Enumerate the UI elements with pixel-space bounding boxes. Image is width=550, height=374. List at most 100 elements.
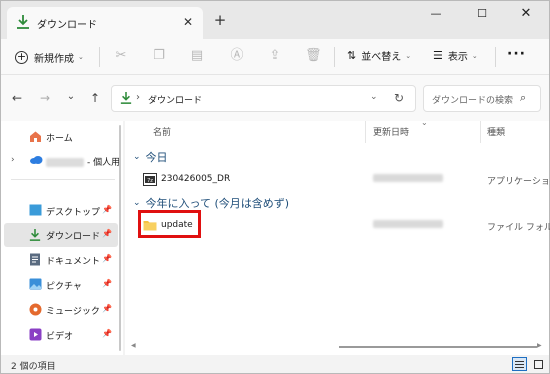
sidebar-item-pictures[interactable]: ピクチャ 📌 xyxy=(4,273,118,297)
sidebar-item-downloads[interactable]: ダウンロード 📌 xyxy=(4,223,118,247)
tab-close-icon[interactable]: ✕ xyxy=(179,13,197,31)
delete-icon[interactable]: 🗑 xyxy=(305,48,322,64)
svg-text:7z: 7z xyxy=(147,178,153,184)
search-input[interactable]: ダウンロードの検索 ⌕ xyxy=(423,85,541,112)
tiles-view-button[interactable] xyxy=(531,357,546,371)
document-icon xyxy=(29,253,42,266)
pin-icon: 📌 xyxy=(102,254,112,263)
divider xyxy=(334,47,335,67)
search-placeholder: ダウンロードの検索 xyxy=(432,96,514,106)
horizontal-scrollbar[interactable] xyxy=(339,346,537,348)
view-icon: ☰ xyxy=(433,49,443,62)
group-header-today[interactable]: ⌄ 今日 xyxy=(133,149,168,165)
chevron-down-icon: ⌄ xyxy=(471,51,478,60)
copy-icon[interactable]: ❐ xyxy=(151,48,167,64)
sidebar-item-label: - 個人用 xyxy=(46,155,120,168)
navigation-pane: ホーム › - 個人用 デスクトップ 📌 ダウンロード 📌 ドキュメント 📌 ピ… xyxy=(1,121,123,355)
video-icon xyxy=(29,328,42,341)
download-icon xyxy=(16,14,30,33)
cloud-icon xyxy=(29,154,43,167)
view-button[interactable]: ☰ 表示 ⌄ xyxy=(433,48,478,63)
sort-button[interactable]: ⇅ 並べ替え ⌄ xyxy=(347,48,411,63)
maximize-button[interactable]: ☐ xyxy=(459,1,505,29)
sidebar-item-documents[interactable]: ドキュメント 📌 xyxy=(4,248,118,272)
chevron-down-icon[interactable]: ⌄ xyxy=(370,92,378,102)
group-label: 今年に入って (今月は含めず) xyxy=(145,197,290,210)
command-bar: + 新規作成 ⌄ ✂ ❐ ▤ Ⓐ ⇪ 🗑 ⇅ 並べ替え ⌄ ☰ 表示 ⌄ ··· xyxy=(1,39,549,75)
pin-icon: 📌 xyxy=(102,229,112,238)
sidebar-item-onedrive[interactable]: › - 個人用 xyxy=(4,149,120,173)
close-button[interactable]: ✕ xyxy=(503,1,549,29)
paste-icon[interactable]: ▤ xyxy=(189,48,205,64)
minimize-button[interactable]: — xyxy=(413,1,459,29)
group-label: 今日 xyxy=(145,151,168,164)
chevron-right-icon[interactable]: › xyxy=(11,155,15,165)
file-list: 名前 更新日時 ⌄ 種類 ⌄ 今日 7z 230426005_DR アプリケーシ… xyxy=(125,118,550,355)
sidebar-item-videos[interactable]: ビデオ 📌 xyxy=(4,323,118,347)
new-tab-button[interactable]: + xyxy=(211,11,229,29)
title-bar: ダウンロード ✕ + — ☐ ✕ xyxy=(1,1,549,39)
sidebar-item-home[interactable]: ホーム xyxy=(4,125,118,149)
highlight-box xyxy=(138,210,201,238)
divider xyxy=(99,47,100,67)
sidebar-item-label: ドキュメント xyxy=(46,257,101,267)
redacted-name xyxy=(46,158,84,167)
plus-icon: + xyxy=(15,49,28,64)
sidebar-item-label: デスクトップ xyxy=(46,208,101,218)
chevron-right-icon: › xyxy=(136,92,140,103)
forward-arrow-icon[interactable]: → xyxy=(37,91,53,105)
column-divider[interactable] xyxy=(365,121,366,143)
chevron-down-icon: ⌄ xyxy=(78,53,84,61)
desktop-icon xyxy=(29,204,42,217)
table-row[interactable]: 7z 230426005_DR アプリケーション xyxy=(125,169,550,191)
back-arrow-icon[interactable]: ← xyxy=(9,91,25,105)
column-header-type[interactable]: 種類 xyxy=(487,125,505,138)
download-icon xyxy=(29,228,42,241)
pin-icon: 📌 xyxy=(102,304,112,313)
download-icon xyxy=(120,91,132,108)
scroll-right-icon[interactable]: ▶ xyxy=(537,342,542,349)
pin-icon: 📌 xyxy=(102,205,112,214)
status-bar: 2 個の項目 xyxy=(1,355,549,373)
address-path[interactable]: ダウンロード xyxy=(148,93,202,106)
share-icon[interactable]: ⇪ xyxy=(267,48,283,64)
tab-title: ダウンロード xyxy=(37,20,97,31)
address-row: ← → ⌄ ↑ › ダウンロード ⌄ ↻ ダウンロードの検索 ⌕ xyxy=(1,75,549,121)
sidebar-item-label: ホーム xyxy=(46,134,73,144)
divider xyxy=(495,47,496,67)
sidebar-item-label: ピクチャ xyxy=(46,282,82,292)
sidebar-item-desktop[interactable]: デスクトップ 📌 xyxy=(4,199,118,223)
view-label: 表示 xyxy=(447,52,468,63)
new-button[interactable]: + 新規作成 ⌄ xyxy=(15,47,84,67)
details-view-button[interactable] xyxy=(512,357,527,371)
new-button-label: 新規作成 xyxy=(34,53,74,65)
explorer-window: ダウンロード ✕ + — ☐ ✕ + 新規作成 ⌄ ✂ ❐ ▤ Ⓐ ⇪ 🗑 ⇅ … xyxy=(0,0,550,374)
home-icon xyxy=(29,130,42,143)
column-divider[interactable] xyxy=(480,121,481,143)
pin-icon: 📌 xyxy=(102,279,112,288)
sort-icon: ⇅ xyxy=(347,49,357,62)
sidebar-item-label: ダウンロード xyxy=(46,232,101,242)
column-header-name[interactable]: 名前 xyxy=(153,125,171,138)
cut-icon[interactable]: ✂ xyxy=(113,48,129,64)
search-icon: ⌕ xyxy=(520,91,527,104)
rename-icon[interactable]: Ⓐ xyxy=(229,48,245,64)
sort-indicator-icon: ⌄ xyxy=(421,118,428,127)
sidebar-scrollbar[interactable] xyxy=(119,125,121,351)
chevron-down-icon: ⌄ xyxy=(405,51,412,60)
recent-locations-icon[interactable]: ⌄ xyxy=(63,91,79,102)
tab-downloads[interactable]: ダウンロード ✕ xyxy=(7,7,203,39)
application-icon: 7z xyxy=(143,173,157,189)
scroll-left-icon[interactable]: ◀ xyxy=(131,342,136,349)
column-header-date[interactable]: 更新日時 xyxy=(373,125,409,138)
group-header-this-year[interactable]: ⌄ 今年に入って (今月は含めず) xyxy=(133,195,289,211)
up-arrow-icon[interactable]: ↑ xyxy=(87,91,103,105)
more-options-button[interactable]: ··· xyxy=(507,46,526,62)
sidebar-item-label: ミュージック xyxy=(46,307,100,317)
sidebar-item-music[interactable]: ミュージック 📌 xyxy=(4,298,118,322)
file-name: 230426005_DR xyxy=(161,174,231,184)
file-type: ファイル フォルダー xyxy=(487,223,550,233)
file-date-redacted xyxy=(373,174,443,182)
refresh-icon[interactable]: ↻ xyxy=(394,91,404,105)
address-bar[interactable]: › ダウンロード ⌄ ↻ xyxy=(111,85,416,112)
